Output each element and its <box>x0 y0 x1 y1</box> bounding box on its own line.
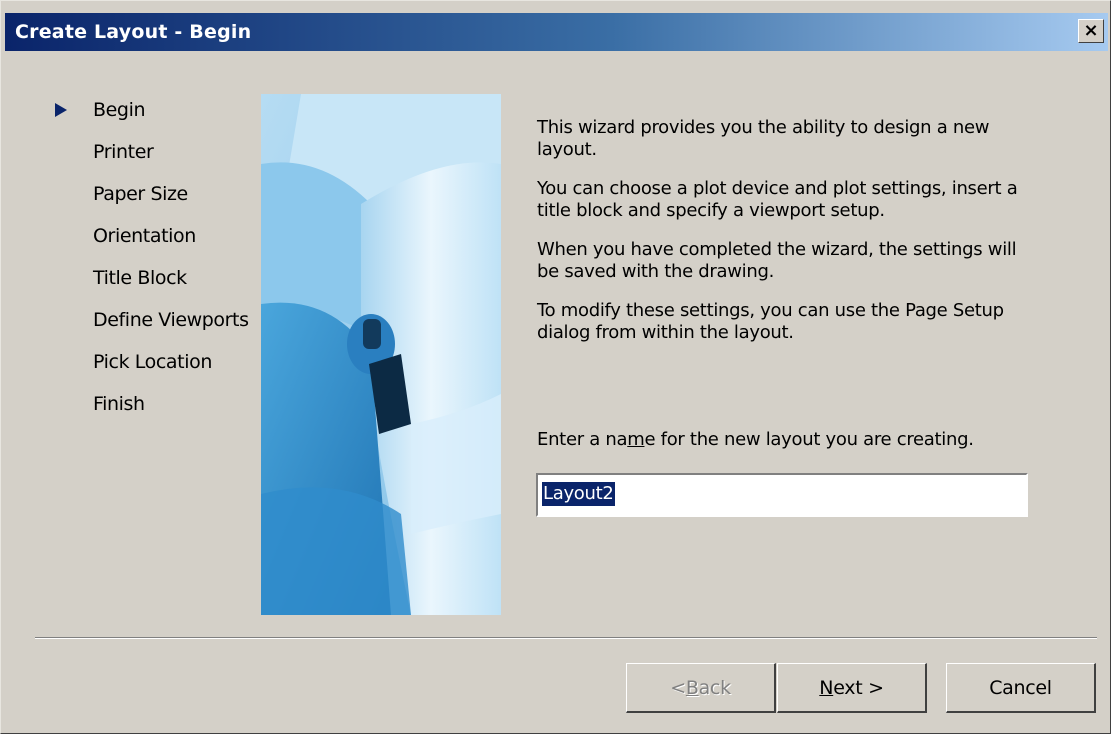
step-pick-location: Pick Location <box>55 349 265 391</box>
create-layout-dialog: Create Layout - Begin × Begin Printer Pa… <box>0 0 1111 734</box>
close-button[interactable]: × <box>1078 19 1104 43</box>
intro-text: This wizard provides you the ability to … <box>537 117 990 160</box>
back-button[interactable]: < Back <box>626 663 776 713</box>
step-label: Define Viewports <box>93 309 249 331</box>
step-label: Begin <box>93 99 146 121</box>
step-label: Pick Location <box>93 351 212 373</box>
cancel-button[interactable]: Cancel <box>946 663 1096 713</box>
step-finish: Finish <box>55 391 265 433</box>
button-divider <box>35 637 1097 639</box>
layout-name-label: Enter a name for the new layout you are … <box>537 429 974 450</box>
device-text: You can choose a plot device and plot se… <box>537 178 1018 221</box>
modify-text: To modify these settings, you can use th… <box>537 300 1004 343</box>
plotter-illustration <box>261 94 501 615</box>
step-label: Paper Size <box>93 183 188 205</box>
layout-name-field[interactable]: Layout2 <box>536 473 1028 517</box>
title-bar[interactable]: Create Layout - Begin × <box>5 13 1108 51</box>
current-step-arrow-icon <box>55 103 67 117</box>
accelerator-key: m <box>627 429 645 450</box>
step-label: Title Block <box>93 267 187 289</box>
layout-name-input[interactable] <box>536 473 1028 517</box>
step-label: Finish <box>93 393 145 415</box>
step-orientation: Orientation <box>55 223 265 265</box>
step-printer: Printer <box>55 139 265 181</box>
window-title: Create Layout - Begin <box>15 21 252 43</box>
plotter-image-icon <box>261 94 501 615</box>
step-define-viewports: Define Viewports <box>55 307 265 349</box>
step-label: Orientation <box>93 225 196 247</box>
next-button[interactable]: Next > <box>777 663 927 713</box>
description-panel: This wizard provides you the ability to … <box>537 117 1037 361</box>
step-begin: Begin <box>55 97 265 139</box>
step-label: Printer <box>93 141 154 163</box>
completion-text: When you have completed the wizard, the … <box>537 239 1017 282</box>
wizard-steps: Begin Printer Paper Size Orientation Tit… <box>55 97 265 433</box>
step-paper-size: Paper Size <box>55 181 265 223</box>
close-icon: × <box>1083 20 1099 41</box>
step-title-block: Title Block <box>55 265 265 307</box>
